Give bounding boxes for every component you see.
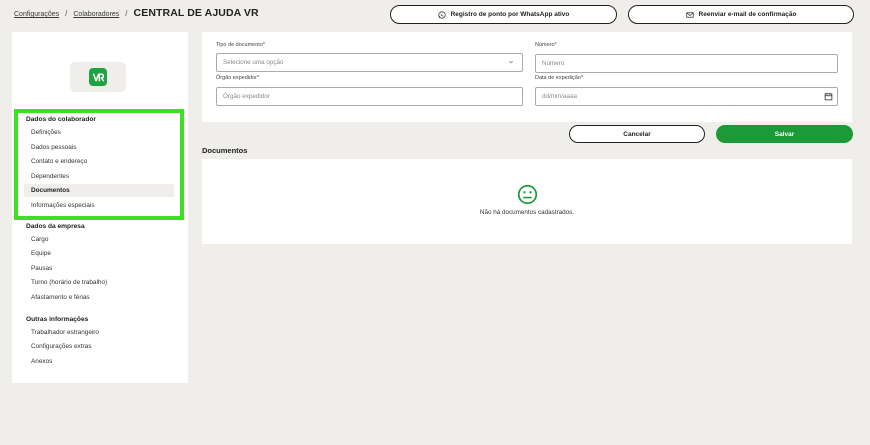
sad-face-icon	[517, 184, 538, 205]
issue-date-label: Data de expedição*	[535, 75, 584, 81]
issuer-input[interactable]: Órgão expedidor	[216, 87, 523, 106]
save-button[interactable]: Salvar	[716, 125, 853, 143]
sidebar-item-definicoes[interactable]: Definições	[24, 126, 174, 139]
breadcrumb-link-configuracoes[interactable]: Configurações	[14, 11, 59, 18]
sidebar-item-equipe[interactable]: Equipe	[24, 247, 174, 260]
breadcrumb: Configurações / Colaboradores / CENTRAL …	[14, 7, 259, 19]
doc-type-label: Tipo de documento*	[216, 42, 266, 48]
sidebar-item-trabalhador-estrangeiro[interactable]: Trabalhador estrangeiro	[24, 326, 174, 339]
sidebar-item-contato-endereco[interactable]: Contato e endereço	[24, 155, 174, 168]
cancel-button[interactable]: Cancelar	[569, 125, 705, 143]
company-logo	[70, 62, 126, 92]
breadcrumb-separator: /	[65, 9, 68, 18]
document-form-card: Tipo de documento* Selecione uma opção N…	[202, 32, 852, 122]
issuer-placeholder: Órgão expedidor	[223, 93, 270, 100]
whatsapp-icon	[437, 10, 446, 19]
whatsapp-registration-button[interactable]: Registro de ponto por WhatsApp ativo	[390, 5, 617, 24]
number-placeholder: Número	[542, 60, 565, 67]
sidebar-item-afastamento-ferias[interactable]: Afastamento e férias	[24, 291, 174, 304]
sidebar-item-cargo[interactable]: Cargo	[24, 233, 174, 246]
breadcrumb-separator: /	[125, 9, 128, 18]
documents-list-card: Não há documentos cadastrados.	[202, 159, 852, 244]
sidebar-item-anexos[interactable]: Anexos	[24, 355, 174, 368]
resend-email-button[interactable]: Reenviar e-mail de confirmação	[628, 5, 854, 24]
sidebar-item-pausas[interactable]: Pausas	[24, 262, 174, 275]
sidebar-item-informacoes-especiais[interactable]: Informações especiais	[24, 199, 174, 212]
sidebar-section-dados-colaborador: Dados do colaborador	[26, 116, 96, 123]
sidebar-item-documentos[interactable]: Documentos	[24, 184, 174, 197]
issue-date-placeholder: dd/mm/aaaa	[542, 93, 578, 100]
sidebar: Dados do colaborador Definições Dados pe…	[12, 32, 188, 383]
number-label: Número*	[535, 42, 557, 48]
whatsapp-registration-label: Registro de ponto por WhatsApp ativo	[450, 11, 570, 18]
empty-documents-message: Não há documentos cadastrados.	[479, 209, 575, 216]
sidebar-item-configuracoes-extras[interactable]: Configurações extras	[24, 340, 174, 353]
resend-email-label: Reenviar e-mail de confirmação	[698, 11, 797, 18]
sidebar-section-dados-empresa: Dados da empresa	[26, 223, 85, 230]
documents-section-title: Documentos	[202, 146, 248, 155]
breadcrumb-link-colaboradores[interactable]: Colaboradores	[73, 11, 119, 18]
sidebar-item-dependentes[interactable]: Dependentes	[24, 170, 174, 183]
doc-type-select[interactable]: Selecione uma opção	[216, 53, 523, 72]
chevron-down-icon	[508, 60, 514, 64]
sidebar-section-outras-informacoes: Outras informações	[26, 316, 89, 323]
number-input[interactable]: Número	[535, 54, 838, 73]
sidebar-item-turno[interactable]: Turno (horário de trabalho)	[24, 276, 174, 289]
envelope-icon	[685, 11, 694, 18]
sidebar-item-dados-pessoais[interactable]: Dados pessoais	[24, 141, 174, 154]
issue-date-input[interactable]: dd/mm/aaaa	[535, 87, 838, 106]
doc-type-placeholder: Selecione uma opção	[223, 59, 284, 66]
page-title: CENTRAL DE AJUDA VR	[133, 7, 259, 19]
calendar-icon[interactable]	[824, 92, 833, 101]
vr-logo-icon	[89, 68, 107, 86]
issuer-label: Órgão expedidor*	[216, 75, 260, 81]
